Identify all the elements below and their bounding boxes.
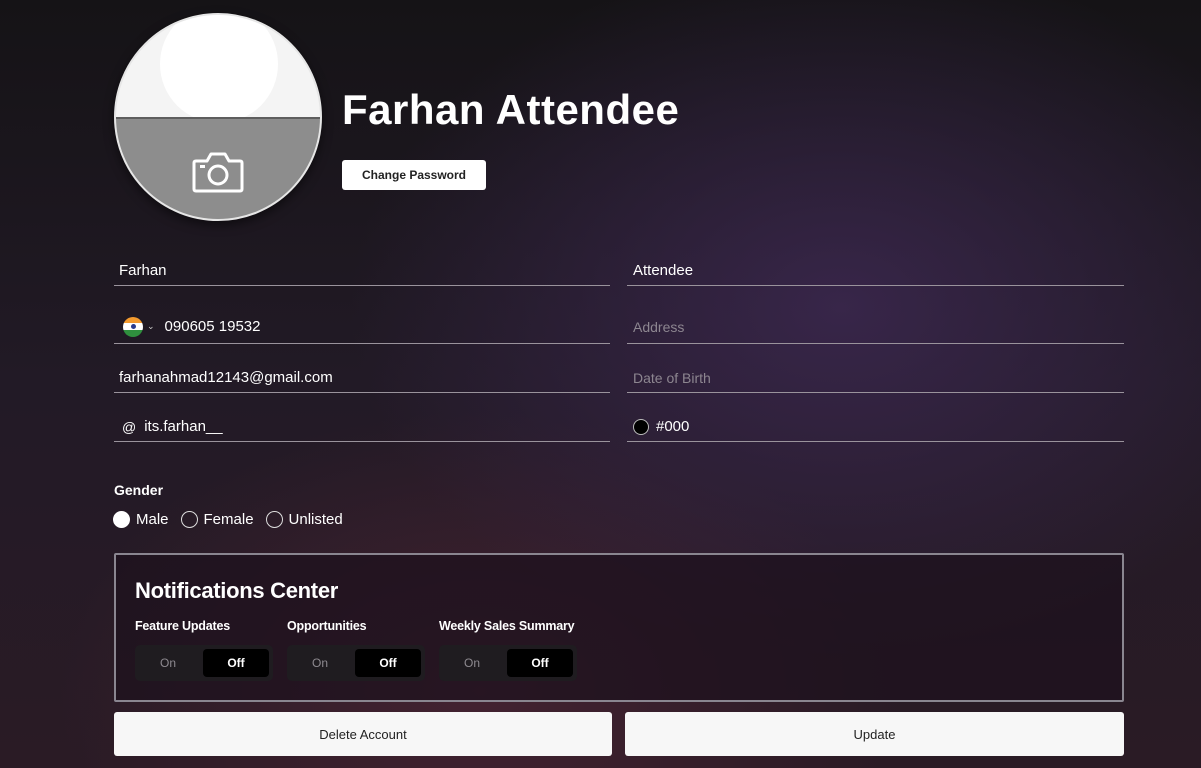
weekly-sales-summary-setting: Weekly Sales Summary On Off	[439, 619, 577, 681]
color-swatch[interactable]	[633, 418, 649, 435]
first-name-value: Farhan	[119, 262, 167, 279]
radio-unselected-icon[interactable]	[265, 511, 283, 528]
last-name-field[interactable]: Attendee	[627, 256, 1124, 286]
gender-option-unlisted[interactable]: Unlisted	[265, 511, 343, 528]
color-value: #000	[656, 418, 690, 435]
gender-option-label: Unlisted	[288, 511, 343, 528]
opportunities-setting: Opportunities On Off	[287, 619, 425, 681]
gender-label: Gender	[114, 482, 164, 498]
delete-account-button[interactable]: Delete Account	[114, 712, 612, 756]
radio-unselected-icon[interactable]	[180, 511, 198, 528]
toggle-off-option[interactable]: Off	[507, 649, 573, 677]
profile-name-heading: Farhan Attendee	[342, 86, 680, 133]
at-icon: @	[122, 418, 137, 435]
date-of-birth-field[interactable]: Date of Birth	[627, 363, 1124, 393]
gender-option-label: Female	[203, 511, 254, 528]
handle-field[interactable]: @ its.farhan__	[114, 412, 610, 442]
toggle-off-option[interactable]: Off	[203, 649, 269, 677]
phone-value: 090605 19532	[164, 318, 261, 335]
change-password-button[interactable]: Change Password	[342, 160, 486, 190]
feature-updates-toggle[interactable]: On Off	[135, 645, 273, 681]
feature-updates-setting: Feature Updates On Off	[135, 619, 273, 681]
first-name-field[interactable]: Farhan	[114, 256, 610, 286]
avatar-placeholder-head	[160, 15, 278, 123]
last-name-value: Attendee	[633, 262, 694, 279]
setting-label: Feature Updates	[135, 619, 230, 633]
gender-option-female[interactable]: Female	[180, 511, 254, 528]
toggle-on-option[interactable]: On	[287, 656, 353, 670]
weekly-sales-summary-toggle[interactable]: On Off	[439, 645, 577, 681]
gender-option-label: Male	[136, 511, 169, 528]
handle-value: its.farhan__	[144, 418, 223, 435]
radio-selected-icon[interactable]	[113, 511, 130, 528]
india-flag-icon[interactable]	[123, 316, 143, 337]
address-placeholder: Address	[633, 318, 685, 335]
email-value: farhanahmad12143@gmail.com	[119, 369, 333, 386]
toggle-on-option[interactable]: On	[135, 656, 201, 670]
chevron-down-icon[interactable]: ⌄	[147, 321, 155, 332]
color-field[interactable]: #000	[627, 412, 1124, 442]
email-field[interactable]: farhanahmad12143@gmail.com	[114, 363, 610, 393]
notifications-center-panel: Notifications Center Feature Updates On …	[114, 553, 1124, 702]
toggle-on-option[interactable]: On	[439, 656, 505, 670]
camera-icon[interactable]	[192, 149, 244, 193]
opportunities-toggle[interactable]: On Off	[287, 645, 425, 681]
profile-avatar[interactable]	[114, 13, 322, 221]
address-field[interactable]: Address	[627, 310, 1124, 344]
gender-radio-group: Male Female Unlisted	[113, 511, 355, 528]
phone-field[interactable]: ⌄ 090605 19532	[114, 310, 610, 344]
gender-option-male[interactable]: Male	[113, 511, 169, 528]
date-of-birth-placeholder: Date of Birth	[633, 369, 711, 386]
update-button[interactable]: Update	[625, 712, 1124, 756]
setting-label: Opportunities	[287, 619, 367, 633]
notifications-title: Notifications Center	[135, 578, 339, 603]
toggle-off-option[interactable]: Off	[355, 649, 421, 677]
setting-label: Weekly Sales Summary	[439, 619, 575, 633]
